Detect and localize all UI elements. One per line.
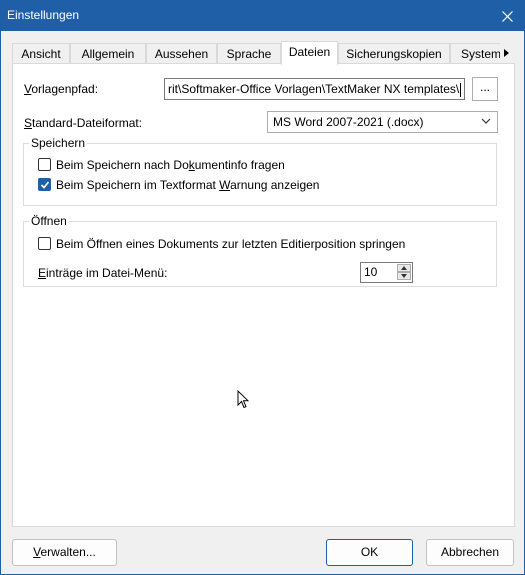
browse-button[interactable]: ... — [472, 77, 498, 101]
mouse-pointer-icon — [237, 390, 249, 409]
tab-sprache[interactable]: Sprache — [217, 43, 281, 65]
vorlagenpfad-input[interactable]: rit\Softmaker-Office Vorlagen\TextMaker … — [164, 78, 465, 100]
verwalten-button[interactable]: Verwalten... — [12, 539, 117, 566]
stepper-down-button[interactable] — [397, 272, 411, 280]
eintraege-stepper[interactable]: 10 — [360, 262, 413, 283]
dateiformat-select[interactable]: MS Word 2007-2021 (.docx) — [267, 111, 498, 133]
vorlagenpfad-label: Vorlagenpfad: — [24, 82, 99, 96]
speichern-warnung-checkbox[interactable] — [38, 178, 51, 191]
dateiformat-label: Standard-Dateiformat: — [24, 116, 143, 130]
title-bar: Einstellungen — [1, 1, 524, 31]
checkmark-icon — [40, 181, 50, 189]
arrow-up-icon — [401, 266, 407, 270]
ok-button[interactable]: OK — [326, 539, 413, 566]
oeffnen-editierposition-label: Beim Öffnen eines Dokuments zur letzten … — [56, 237, 406, 251]
tab-dateien[interactable]: Dateien — [281, 41, 338, 65]
arrow-right-icon — [504, 49, 509, 57]
eintraege-value: 10 — [364, 265, 378, 279]
speichern-dokumentinfo-label: Beim Speichern nach Dokumentinfo fragen — [56, 158, 285, 172]
tab-ansicht[interactable]: Ansicht — [12, 43, 70, 65]
tab-system[interactable]: System — [450, 43, 502, 65]
cancel-button[interactable]: Abbrechen — [426, 539, 514, 566]
stepper-up-button[interactable] — [397, 264, 411, 272]
window-title: Einstellungen — [7, 8, 80, 22]
settings-dialog: Einstellungen Ansicht Allgemein Aussehen… — [0, 0, 525, 575]
eintraege-label: Einträge im Datei-Menü: — [38, 266, 168, 280]
tab-allgemein[interactable]: Allgemein — [70, 43, 146, 65]
arrow-down-icon — [401, 274, 407, 278]
speichern-legend: Speichern — [29, 136, 88, 150]
tab-strip: Ansicht Allgemein Aussehen Sprache Datei… — [12, 41, 515, 65]
close-button[interactable] — [490, 1, 524, 31]
close-icon — [501, 10, 513, 22]
chevron-down-icon — [481, 118, 491, 124]
speichern-warnung-label: Beim Speichern im Textformat Warnung anz… — [56, 178, 320, 192]
stepper-buttons — [397, 264, 411, 281]
oeffnen-legend: Öffnen — [29, 214, 69, 228]
tab-sicherungskopien[interactable]: Sicherungskopien — [338, 43, 450, 65]
tab-aussehen[interactable]: Aussehen — [146, 43, 217, 65]
speichern-dokumentinfo-checkbox[interactable] — [38, 158, 51, 171]
oeffnen-editierposition-checkbox[interactable] — [38, 237, 51, 250]
speichern-group — [23, 143, 497, 206]
tab-scroll-right[interactable] — [500, 43, 513, 63]
